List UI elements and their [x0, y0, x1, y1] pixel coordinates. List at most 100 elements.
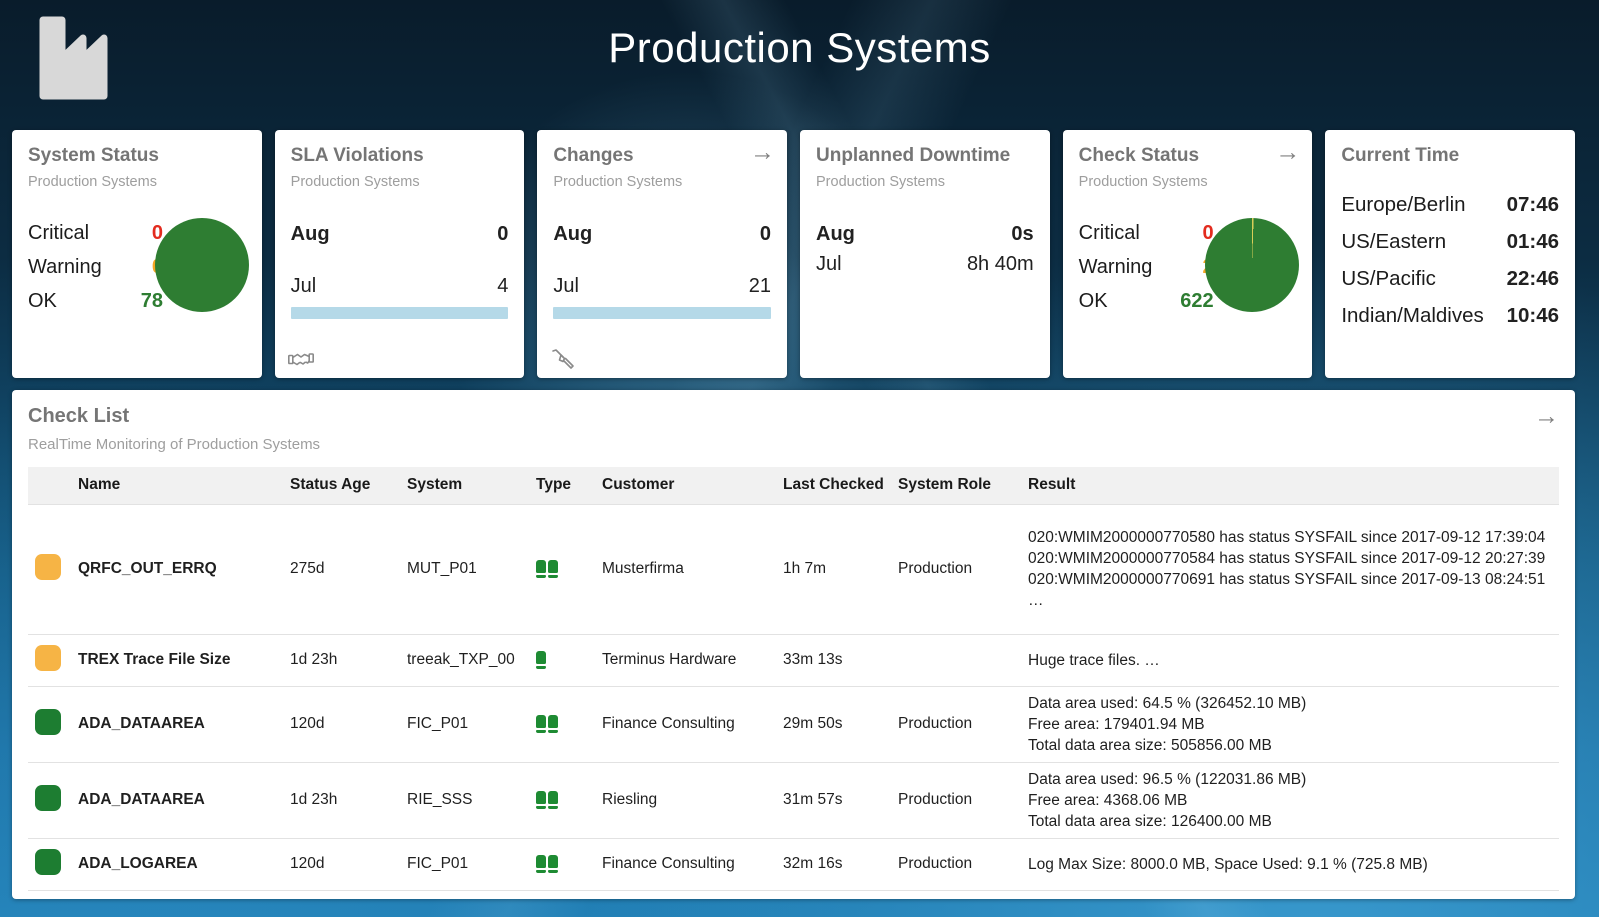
status-age: 275d	[290, 560, 325, 577]
status-chip	[35, 848, 61, 875]
system: RIE_SSS	[407, 791, 473, 808]
card-changes[interactable]: → Changes Production Systems Aug 0 Jul 21	[537, 130, 787, 378]
status-chip	[35, 644, 61, 671]
month-value: 0s	[1011, 223, 1034, 245]
trend-bar	[553, 307, 771, 319]
status-legend: Critical0 Warning0 OK78	[28, 222, 163, 313]
col-name: Name	[78, 467, 290, 504]
last-checked: 31m 57s	[783, 791, 843, 808]
month-value: 4	[497, 275, 509, 297]
col-type: Type	[536, 467, 602, 504]
status-chip	[35, 784, 61, 811]
card-unplanned-downtime[interactable]: Unplanned Downtime Production Systems Au…	[800, 130, 1050, 378]
timezone-label: Europe/Berlin	[1341, 193, 1466, 216]
result: 020:WMIM2000000770580 has status SYSFAIL…	[1028, 529, 1546, 609]
card-title: Current Time	[1341, 145, 1460, 166]
system-role: Production	[898, 715, 973, 732]
ok-label: OK	[28, 290, 57, 312]
table-row[interactable]: ADA_DATAAREA 1d 23h RIE_SSS Riesling 31m…	[28, 762, 1559, 838]
card-title: Check Status	[1078, 145, 1200, 166]
card-system-status[interactable]: System Status Production Systems Critica…	[12, 130, 262, 378]
system-type-icon	[536, 651, 546, 669]
month-label: Aug	[290, 223, 330, 245]
check-status-pie-chart	[1205, 218, 1300, 312]
result: Data area used: 64.5 % (326452.10 MB) Fr…	[1028, 694, 1307, 754]
system: FIC_P01	[407, 715, 469, 732]
customer: Terminus Hardware	[602, 651, 737, 668]
kpi-cards-row: System Status Production Systems Critica…	[12, 130, 1575, 378]
critical-label: Critical	[1078, 222, 1140, 244]
month-value: 0	[759, 223, 771, 245]
system-role	[898, 634, 1028, 686]
col-last-checked: Last Checked	[783, 467, 898, 504]
table-header-row: Name Status Age System Type Customer Las…	[28, 467, 1559, 504]
col-customer: Customer	[602, 467, 783, 504]
col-result: Result	[1028, 467, 1559, 504]
timezone-label: Indian/Maldives	[1341, 304, 1484, 327]
status-age: 120d	[290, 855, 325, 872]
open-check-status-arrow-icon[interactable]: →	[1275, 140, 1300, 165]
ok-value: 78	[140, 290, 163, 312]
last-checked: 33m 13s	[783, 651, 843, 668]
table-row[interactable]: QRFC_OUT_ERRQ 275d MUT_P01 Musterfirma 1…	[28, 504, 1559, 634]
system: FIC_P01	[407, 855, 469, 872]
card-subtitle: Production Systems	[290, 174, 420, 190]
system-role: Production	[898, 791, 973, 808]
card-subtitle: Production Systems	[553, 174, 683, 190]
month-label: Jul	[816, 253, 842, 275]
card-current-time[interactable]: Current Time Europe/Berlin 07:46 US/Easte…	[1325, 130, 1575, 378]
panel-subtitle: RealTime Monitoring of Production System…	[28, 436, 321, 453]
status-legend: Critical0 Warning2 OK622	[1079, 222, 1214, 313]
table-row[interactable]: TREX Trace File Size 1d 23h treeak_TXP_0…	[28, 634, 1559, 686]
card-sla-violations[interactable]: SLA Violations Production Systems Aug 0 J…	[274, 130, 525, 378]
handshake-icon	[287, 353, 314, 366]
app-header: Production Systems	[0, 0, 1599, 118]
system: MUT_P01	[407, 560, 477, 577]
month-label: Aug	[553, 223, 593, 245]
result: Data area used: 96.5 % (122031.86 MB) Fr…	[1028, 770, 1307, 830]
system-type-icon	[536, 715, 558, 733]
ok-label: OK	[1078, 290, 1108, 312]
system-type-icon	[536, 791, 558, 809]
open-changes-arrow-icon[interactable]: →	[750, 140, 775, 165]
col-system-role: System Role	[898, 467, 1028, 504]
status-age: 1d 23h	[290, 791, 338, 808]
table-row[interactable]: ADA_DATAAREA 120d FIC_P01 Finance Consul…	[28, 686, 1559, 762]
result: Log Max Size: 8000.0 MB, Space Used: 9.1…	[1028, 855, 1428, 873]
critical-label: Critical	[28, 222, 90, 244]
critical-value: 0	[151, 222, 163, 244]
page-title: Production Systems	[608, 24, 991, 71]
col-status-age: Status Age	[290, 467, 407, 504]
last-checked: 29m 50s	[783, 715, 843, 732]
system-status-pie-chart	[154, 218, 249, 312]
system-type-icon	[536, 855, 558, 873]
check-name: ADA_DATAAREA	[78, 791, 205, 808]
card-subtitle: Production Systems	[28, 174, 157, 190]
system-type-icon	[536, 560, 558, 578]
warning-label: Warning	[1078, 256, 1153, 278]
month-value: 21	[748, 275, 771, 297]
customer: Finance Consulting	[602, 855, 735, 872]
card-title: System Status	[28, 145, 159, 166]
check-name: TREX Trace File Size	[78, 651, 231, 668]
month-label: Jul	[290, 275, 317, 297]
open-check-list-arrow-icon[interactable]: →	[1534, 402, 1559, 431]
card-title: Changes	[553, 145, 634, 166]
timezone-label: US/Pacific	[1341, 267, 1436, 290]
card-title: SLA Violations	[290, 145, 424, 166]
card-title: Unplanned Downtime	[816, 145, 1011, 166]
timezone-time: 01:46	[1506, 230, 1559, 253]
ok-value: 622	[1180, 290, 1214, 312]
table-row[interactable]: ADA_LOGAREA 120d FIC_P01 Finance Consult…	[28, 838, 1559, 890]
last-checked: 32m 16s	[783, 855, 843, 872]
critical-value: 0	[1202, 222, 1214, 244]
card-check-status[interactable]: → Check Status Production Systems Critic…	[1062, 130, 1313, 378]
timezone-time: 22:46	[1506, 267, 1559, 290]
check-list-table: Name Status Age System Type Customer Las…	[28, 467, 1559, 891]
check-name: ADA_DATAAREA	[78, 715, 205, 732]
warning-label: Warning	[28, 256, 102, 278]
trend-bar	[290, 307, 509, 319]
customer: Riesling	[602, 791, 658, 808]
screwdriver-icon	[552, 349, 575, 369]
timezone-label: US/Eastern	[1341, 230, 1447, 253]
